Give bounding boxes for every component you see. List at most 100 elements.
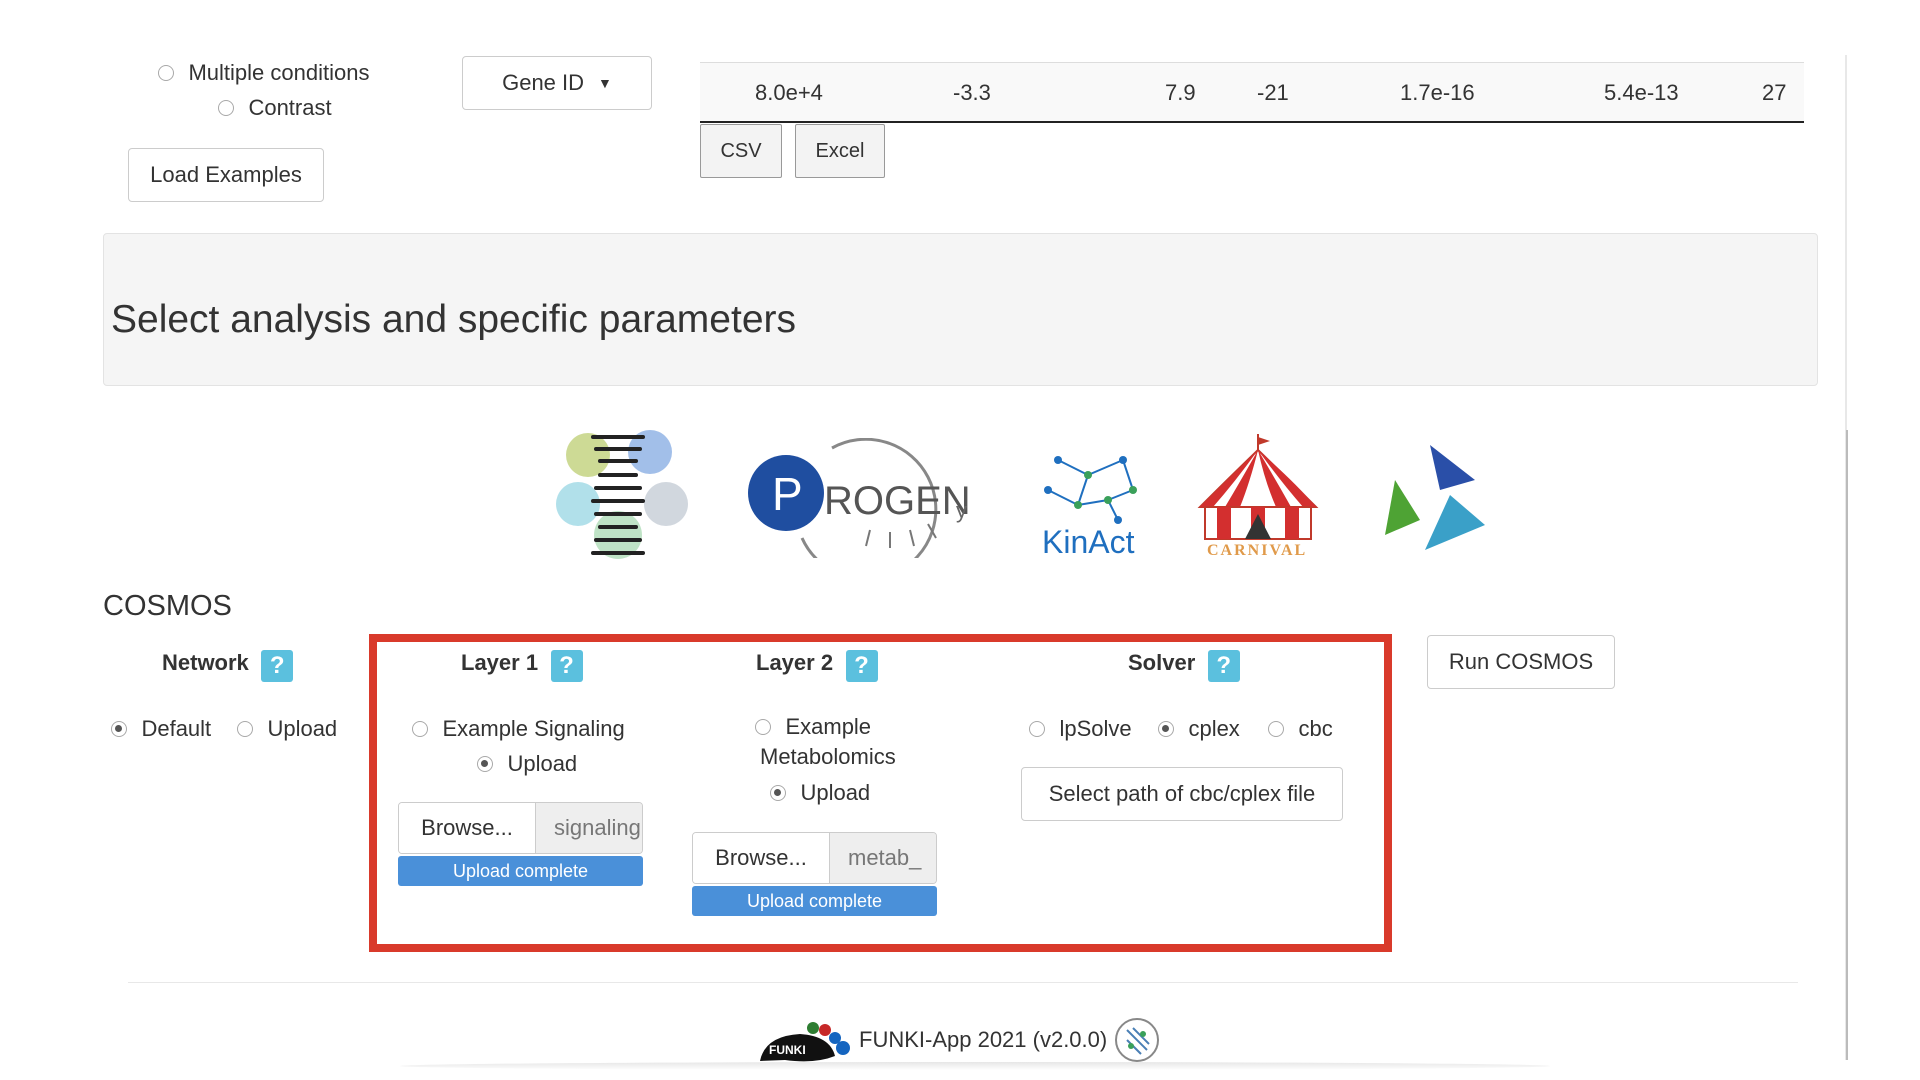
radio-layer1-upload[interactable]: Upload bbox=[477, 751, 577, 777]
radio-upload-label: Upload bbox=[507, 751, 578, 776]
excel-button[interactable]: Excel bbox=[795, 124, 885, 178]
layer1-header: Layer 1 ? bbox=[461, 650, 583, 682]
footer-shadow bbox=[400, 1062, 1550, 1070]
upload-progress-label: Upload complete bbox=[452, 860, 589, 881]
tool-logo-cosmos[interactable] bbox=[1375, 440, 1487, 555]
help-icon[interactable]: ? bbox=[261, 650, 294, 682]
tool-logo-carnival[interactable]: CARNIVAL bbox=[1195, 432, 1325, 562]
svg-text:P: P bbox=[772, 468, 803, 520]
layer2-header: Layer 2 ? bbox=[756, 650, 878, 682]
radio-solver-lpsolve[interactable]: lpSolve bbox=[1029, 716, 1132, 742]
browse-button[interactable]: Browse... bbox=[693, 833, 830, 883]
table-cell: -3.3 bbox=[953, 80, 991, 105]
radio-default-label: Default bbox=[141, 716, 212, 741]
gene-id-label: Gene ID bbox=[502, 70, 585, 95]
radio-cbc-label: cbc bbox=[1298, 716, 1333, 741]
progeny-logo-text: ROGEN bbox=[824, 479, 971, 523]
run-cosmos-label: Run COSMOS bbox=[1448, 649, 1594, 674]
radio-lpsolve-label: lpSolve bbox=[1059, 716, 1132, 741]
funki-logo-text: FUNKI bbox=[769, 1043, 806, 1057]
file-name-field: signaling bbox=[536, 803, 642, 853]
cosmos-title: COSMOS bbox=[103, 590, 232, 622]
file-name-field: metab_ bbox=[830, 833, 936, 883]
layer1-label: Layer 1 bbox=[461, 650, 539, 676]
radio-circle[interactable] bbox=[1158, 721, 1174, 737]
radio-contrast[interactable]: Contrast bbox=[218, 95, 332, 121]
radio-network-upload[interactable]: Upload bbox=[237, 716, 337, 742]
page-title: Select analysis and specific parameters bbox=[111, 298, 796, 341]
tool-logo-kinact[interactable]: KinAct bbox=[1038, 440, 1148, 560]
radio-circle[interactable] bbox=[770, 785, 786, 801]
radio-circle[interactable] bbox=[218, 100, 234, 116]
radio-circle[interactable] bbox=[412, 721, 428, 737]
csv-label: CSV bbox=[720, 139, 762, 162]
radio-solver-cbc[interactable]: cbc bbox=[1268, 716, 1333, 742]
svg-text:y: y bbox=[956, 498, 967, 523]
radio-cplex-label: cplex bbox=[1188, 716, 1240, 741]
radio-circle[interactable] bbox=[477, 756, 493, 772]
layer2-file-input[interactable]: Browse... metab_ bbox=[692, 832, 937, 884]
help-icon[interactable]: ? bbox=[1207, 650, 1240, 682]
layer2-label: Layer 2 bbox=[756, 650, 834, 676]
table-cell: 1.7e-16 bbox=[1400, 80, 1475, 105]
radio-circle[interactable] bbox=[755, 719, 771, 735]
radio-upload-label: Upload bbox=[800, 780, 871, 805]
table-bottom-border bbox=[700, 121, 1804, 123]
radio-example-label-cont: Metabolomics bbox=[760, 744, 896, 769]
table-cell: 7.9 bbox=[1165, 80, 1196, 105]
kinact-label: KinAct bbox=[1042, 524, 1135, 560]
upload-progress-label: Upload complete bbox=[746, 890, 883, 911]
radio-circle[interactable] bbox=[1029, 721, 1045, 737]
radio-network-default[interactable]: Default bbox=[111, 716, 211, 742]
scrollbar-thumb[interactable] bbox=[1846, 430, 1848, 1060]
table-cell: -21 bbox=[1257, 80, 1289, 105]
help-icon[interactable]: ? bbox=[550, 650, 583, 682]
excel-label: Excel bbox=[815, 139, 865, 162]
solver-header: Solver ? bbox=[1128, 650, 1240, 682]
upload-progress-bar: Upload complete bbox=[398, 856, 643, 886]
radio-upload-label: Upload bbox=[267, 716, 338, 741]
radio-circle[interactable] bbox=[111, 721, 127, 737]
run-cosmos-button[interactable]: Run COSMOS bbox=[1427, 635, 1615, 689]
carnival-label: CARNIVAL bbox=[1207, 542, 1308, 559]
load-examples-label: Load Examples bbox=[150, 162, 302, 187]
load-examples-button[interactable]: Load Examples bbox=[128, 148, 324, 202]
help-icon[interactable]: ? bbox=[845, 650, 878, 682]
radio-example-signaling-label: Example Signaling bbox=[442, 716, 625, 741]
radio-example-label: Example bbox=[785, 714, 872, 739]
radio-layer2-example[interactable]: Example bbox=[755, 714, 871, 740]
cosmos-logo-icon bbox=[1385, 445, 1485, 550]
analysis-panel: Select analysis and specific parameters bbox=[103, 233, 1818, 386]
radio-layer1-example[interactable]: Example Signaling bbox=[412, 716, 625, 742]
layer1-file-input[interactable]: Browse... signaling bbox=[398, 802, 643, 854]
radio-layer2-upload[interactable]: Upload bbox=[770, 780, 870, 806]
caret-down-icon: ▼ bbox=[598, 75, 612, 91]
radio-multiple-conditions[interactable]: Multiple conditions bbox=[158, 60, 369, 86]
radio-circle[interactable] bbox=[237, 721, 253, 737]
gene-id-dropdown[interactable]: Gene ID ▼ bbox=[462, 56, 652, 110]
network-header: Network ? bbox=[162, 650, 294, 682]
csv-button[interactable]: CSV bbox=[700, 124, 782, 178]
footer: FUNKI FUNKI-App 2021 (v2.0.0) bbox=[755, 1015, 1161, 1065]
solver-label: Solver bbox=[1128, 650, 1196, 676]
footer-text: FUNKI-App 2021 (v2.0.0) bbox=[859, 1027, 1108, 1052]
table-cell: 5.4e-13 bbox=[1604, 80, 1679, 105]
select-solver-path-label: Select path of cbc/cplex file bbox=[1048, 781, 1316, 806]
radio-contrast-label: Contrast bbox=[248, 95, 332, 120]
upload-progress-bar: Upload complete bbox=[692, 886, 937, 916]
saezlab-logo-icon bbox=[1115, 1018, 1160, 1062]
radio-solver-cplex[interactable]: cplex bbox=[1158, 716, 1240, 742]
tool-logo-progeny[interactable]: P ROGEN y bbox=[742, 437, 972, 581]
footer-divider bbox=[128, 982, 1798, 983]
table-cell: 27 bbox=[1762, 80, 1787, 105]
radio-multiple-label: Multiple conditions bbox=[188, 60, 370, 85]
radio-circle[interactable] bbox=[158, 65, 174, 81]
browse-button[interactable]: Browse... bbox=[399, 803, 536, 853]
funki-logo-icon: FUNKI bbox=[760, 1022, 850, 1062]
dorothea-logo-icon bbox=[556, 430, 688, 559]
radio-circle[interactable] bbox=[1268, 721, 1284, 737]
table-cell: 8.0e+4 bbox=[755, 80, 823, 105]
network-label: Network bbox=[162, 650, 249, 676]
select-solver-path-button[interactable]: Select path of cbc/cplex file bbox=[1021, 767, 1343, 821]
tool-logo-dorothea[interactable] bbox=[548, 425, 693, 565]
